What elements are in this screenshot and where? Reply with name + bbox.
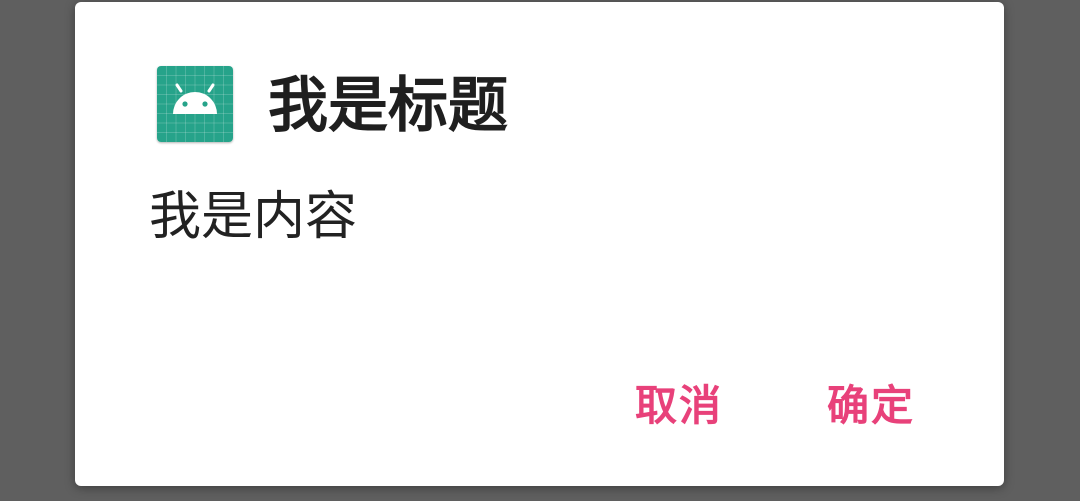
- dialog-message: 我是内容: [149, 187, 358, 247]
- android-robot-icon: [157, 66, 233, 142]
- alert-dialog: 我是标题 我是内容 取消 确定: [75, 2, 1004, 486]
- ok-button[interactable]: 确定: [819, 368, 923, 444]
- dialog-title: 我是标题: [268, 71, 508, 141]
- cancel-button[interactable]: 取消: [627, 368, 731, 444]
